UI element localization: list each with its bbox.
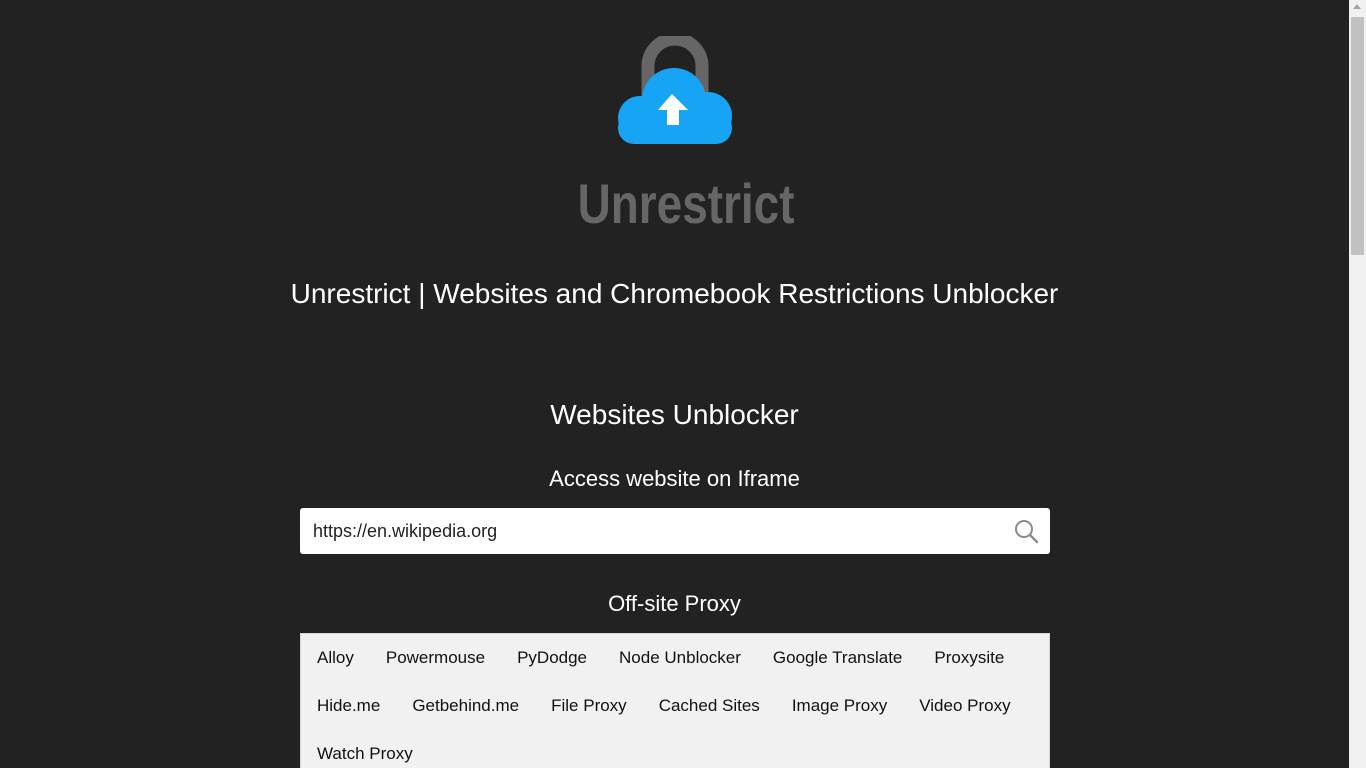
iframe-access-title: Access website on Iframe bbox=[549, 466, 800, 491]
proxy-link-watch-proxy[interactable]: Watch Proxy bbox=[301, 730, 429, 768]
url-input[interactable] bbox=[300, 508, 1000, 554]
search-button[interactable] bbox=[1012, 517, 1040, 545]
logo-text: Unrestrict bbox=[577, 172, 795, 235]
proxy-link-video-proxy[interactable]: Video Proxy bbox=[903, 682, 1026, 730]
site-logo[interactable]: Unrestrict bbox=[556, 32, 796, 232]
vertical-scrollbar[interactable] bbox=[1349, 0, 1366, 768]
proxy-link-node-unblocker[interactable]: Node Unblocker bbox=[603, 634, 757, 682]
offsite-proxy-title: Off-site Proxy bbox=[608, 591, 741, 616]
proxy-link-google-translate[interactable]: Google Translate bbox=[757, 634, 918, 682]
proxy-link-file-proxy[interactable]: File Proxy bbox=[535, 682, 643, 730]
scroll-up-arrow-icon[interactable] bbox=[1353, 4, 1361, 9]
url-search-box bbox=[300, 508, 1050, 554]
proxy-link-powermouse[interactable]: Powermouse bbox=[370, 634, 501, 682]
proxy-link-alloy[interactable]: Alloy bbox=[301, 634, 370, 682]
proxy-link-getbehind-me[interactable]: Getbehind.me bbox=[396, 682, 535, 730]
proxy-link-cached-sites[interactable]: Cached Sites bbox=[643, 682, 776, 730]
scrollbar-thumb[interactable] bbox=[1351, 17, 1364, 255]
proxy-link-list: Alloy Powermouse PyDodge Node Unblocker … bbox=[301, 634, 1049, 768]
proxy-link-pydodge[interactable]: PyDodge bbox=[501, 634, 603, 682]
proxy-link-image-proxy[interactable]: Image Proxy bbox=[776, 682, 903, 730]
site-title: Unrestrict | Websites and Chromebook Res… bbox=[290, 278, 1059, 309]
page: Unrestrict Unrestrict | Websites and Chr… bbox=[0, 0, 1349, 768]
proxy-link-proxysite[interactable]: Proxysite bbox=[918, 634, 1020, 682]
proxy-link-hide-me[interactable]: Hide.me bbox=[301, 682, 396, 730]
cloud-lock-upload-icon bbox=[618, 32, 732, 144]
websites-unblocker-title: Websites Unblocker bbox=[550, 399, 799, 430]
proxy-links-panel: Alloy Powermouse PyDodge Node Unblocker … bbox=[300, 633, 1050, 768]
search-icon bbox=[1015, 520, 1039, 544]
